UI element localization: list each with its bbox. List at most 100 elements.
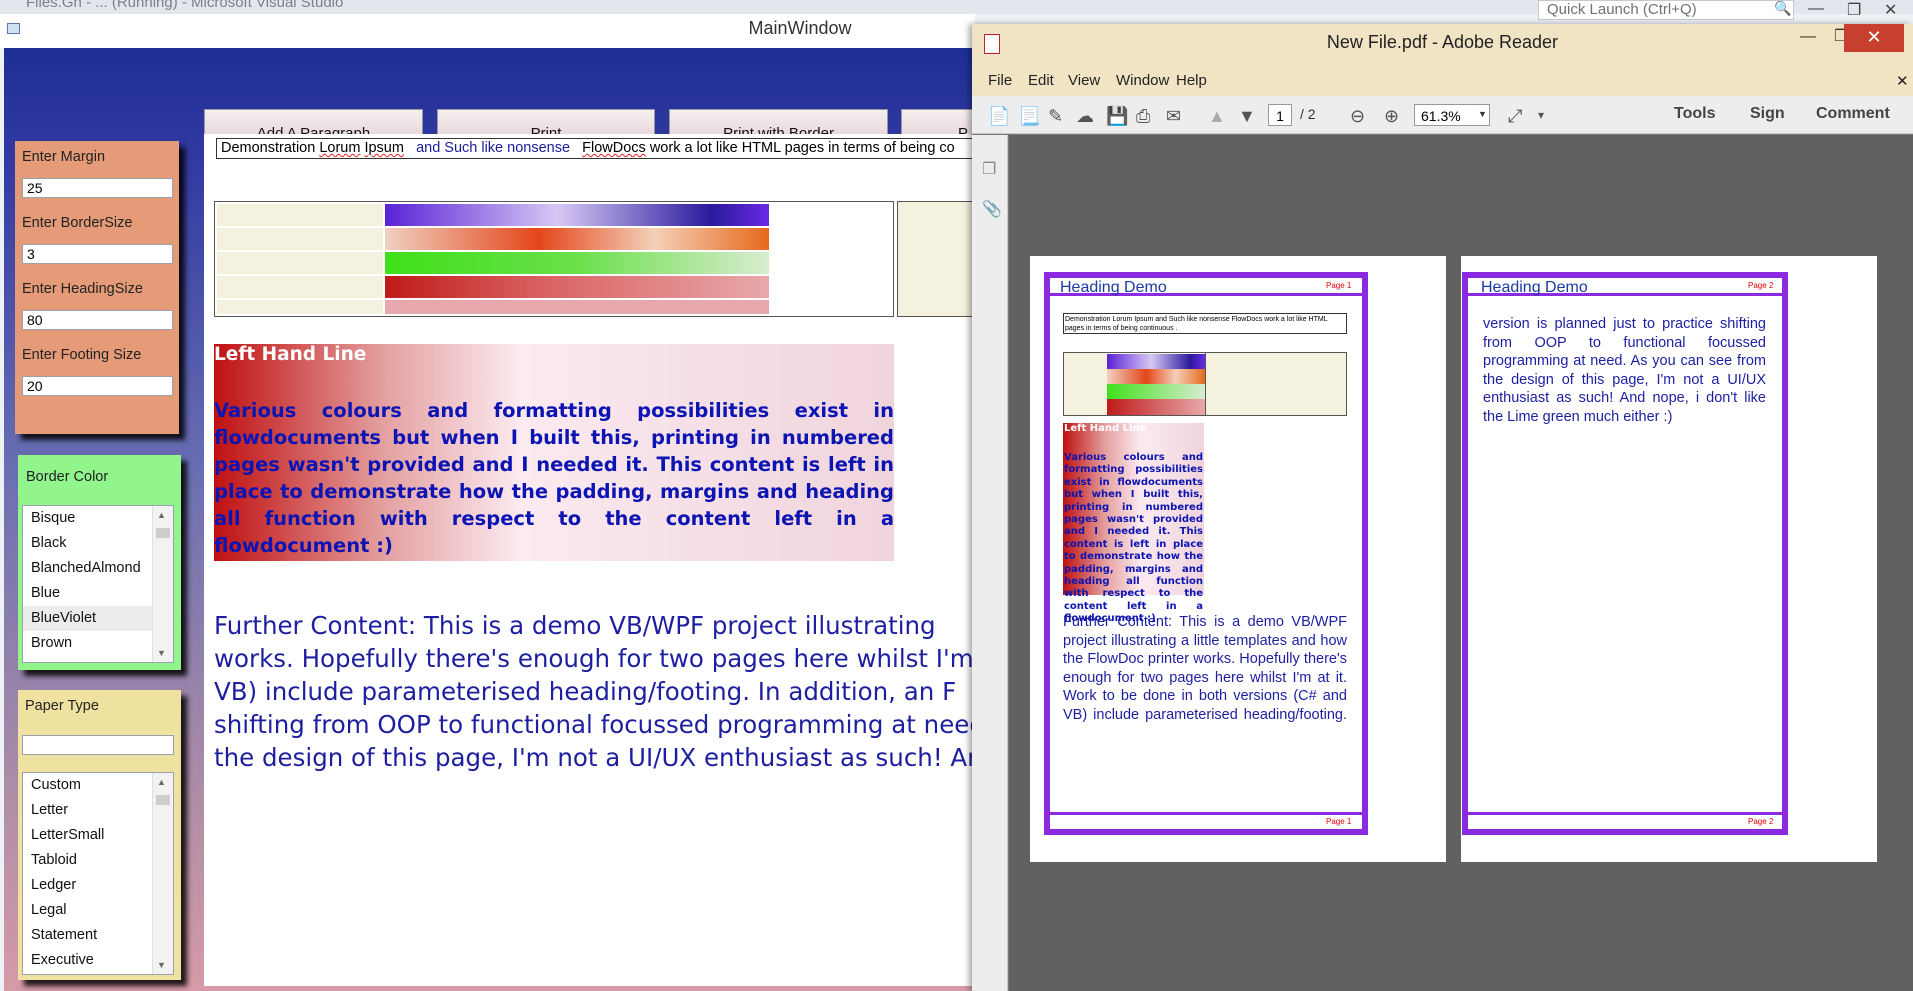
comment-pane-button[interactable]: Comment [1816, 105, 1890, 123]
flowdocument-viewer[interactable]: Demonstration Lorum Ipsum and Such like … [204, 134, 975, 986]
scroll-down-icon[interactable]: ▼ [157, 960, 166, 970]
gradient-bar-orange [385, 228, 769, 250]
headingsize-input[interactable]: 80 [22, 310, 173, 330]
table-divider [1205, 353, 1206, 415]
list-item[interactable]: Custom [23, 773, 173, 798]
gradient-bar-red [385, 276, 769, 298]
paper-type-panel: Paper Type Custom Letter LetterSmall Tab… [18, 690, 181, 980]
list-item[interactable]: Executive [23, 948, 173, 973]
list-item[interactable]: Letter [23, 798, 173, 823]
close-document-icon[interactable]: ✕ [1896, 72, 1909, 90]
menu-view[interactable]: View [1068, 72, 1100, 89]
quick-launch-input[interactable]: Quick Launch (Ctrl+Q) [1538, 0, 1794, 20]
reader-title: New File.pdf - Adobe Reader [1326, 32, 1559, 52]
footing-divider [1468, 812, 1782, 815]
zoom-in-icon[interactable]: ⊕ [1384, 106, 1399, 127]
restore-button[interactable]: ❐ [1847, 0, 1861, 20]
page-label: Page 1 [1326, 281, 1352, 290]
list-item[interactable]: Blue [23, 581, 173, 606]
adobe-reader-window: New File.pdf - Adobe Reader — ❐ ✕ File E… [972, 24, 1913, 991]
sign-pane-button[interactable]: Sign [1750, 105, 1785, 123]
navigation-pane: ❐ 📎 [972, 135, 1008, 991]
list-item-selected[interactable]: BlueViolet [23, 606, 173, 631]
scroll-thumb[interactable] [156, 528, 170, 538]
page-footer-label: Page 1 [1326, 817, 1352, 826]
further-line: Further Content: This is a demo VB/WPF p… [214, 611, 936, 640]
paper-type-input[interactable] [22, 735, 174, 755]
next-page-icon[interactable]: ▼ [1238, 106, 1256, 127]
scrollbar[interactable]: ▲ ▼ [152, 773, 173, 974]
table-cell [217, 300, 383, 314]
mini-bar [1107, 399, 1205, 415]
bordersize-input[interactable]: 3 [22, 244, 173, 264]
main-window-client: Add A Paragraph Print Print with Border … [4, 48, 991, 991]
reader-titlebar[interactable]: New File.pdf - Adobe Reader — ❐ ✕ [972, 24, 1913, 66]
edit-icon[interactable]: ✎ [1048, 106, 1063, 127]
table-cell [217, 276, 383, 298]
list-item[interactable]: LetterSmall [23, 823, 173, 848]
menu-edit[interactable]: Edit [1028, 72, 1054, 89]
list-item[interactable]: Bisque [23, 506, 173, 531]
list-item[interactable]: Black [23, 531, 173, 556]
list-item[interactable]: Statement [23, 923, 173, 948]
footing-divider [1050, 812, 1362, 815]
minimize-button[interactable]: — [1808, 0, 1824, 18]
page-lhl-text: Various colours and formatting possibili… [1064, 452, 1203, 625]
create-pdf-icon[interactable]: 📃 [1018, 106, 1040, 127]
scroll-thumb[interactable] [156, 795, 170, 805]
tools-pane-button[interactable]: Tools [1674, 105, 1715, 123]
previous-page-icon[interactable]: ▲ [1208, 106, 1226, 127]
zoom-out-icon[interactable]: ⊖ [1350, 106, 1365, 127]
footingsize-input[interactable]: 20 [22, 376, 173, 396]
list-item[interactable]: Legal [23, 898, 173, 923]
pages-icon[interactable]: ❐ [982, 159, 996, 179]
paper-type-list[interactable]: Custom Letter LetterSmall Tabloid Ledger… [22, 772, 174, 975]
page-further-content: Further Content: This is a demo VB/WPF p… [1063, 614, 1347, 723]
border-color-list[interactable]: Bisque Black BlanchedAlmond Blue BlueVio… [22, 505, 174, 663]
table-cell [217, 204, 383, 226]
left-hand-line-text: Various colours and formatting possibili… [214, 399, 894, 557]
page-lhl-title: Left Hand Line [1064, 423, 1147, 434]
topline-text: Ipsum [364, 140, 404, 156]
border-color-label: Border Color [26, 469, 109, 485]
email-icon[interactable]: ✉ [1166, 106, 1181, 127]
scroll-up-icon[interactable]: ▲ [157, 777, 166, 787]
list-item[interactable]: Brown [23, 631, 173, 656]
left-hand-line-title: Left Hand Line [214, 344, 367, 365]
print-icon[interactable]: ⎙ [1136, 106, 1150, 127]
scrollbar[interactable]: ▲ ▼ [152, 506, 173, 662]
save-icon[interactable]: 💾 [1106, 106, 1128, 127]
list-item[interactable]: BlanchedAlmond [23, 556, 173, 581]
mini-bar [1107, 354, 1205, 369]
upload-icon[interactable]: ☁ [1076, 106, 1094, 127]
attachments-icon[interactable]: 📎 [982, 199, 1002, 219]
paper-type-label: Paper Type [25, 698, 99, 714]
page-heading: Heading Demo [1060, 279, 1167, 296]
page-left-hand-line-block: Left Hand Line Various colours and forma… [1063, 423, 1204, 624]
fit-page-icon[interactable]: ⤢ [1508, 106, 1522, 127]
menu-help[interactable]: Help [1176, 72, 1207, 89]
reader-close-button[interactable]: ✕ [1844, 24, 1904, 52]
table-cell [217, 228, 383, 250]
close-button[interactable]: ✕ [1884, 0, 1897, 20]
reader-minimize-button[interactable]: — [1800, 28, 1816, 46]
mini-bar [1107, 384, 1205, 399]
create-icon[interactable]: 📄 [988, 106, 1010, 127]
list-item[interactable]: Tabloid [23, 848, 173, 873]
page-count: / 2 [1300, 106, 1316, 122]
table-cell [217, 252, 383, 274]
toolbar-options-icon[interactable]: ▾ [1538, 108, 1544, 122]
document-view[interactable]: Heading Demo Page 1 Page 1 Demonstration… [1009, 135, 1913, 991]
menu-file[interactable]: File [988, 72, 1012, 89]
topline-text: Lorum [319, 140, 361, 156]
page-label: Page 2 [1748, 281, 1774, 290]
scroll-down-icon[interactable]: ▼ [157, 648, 166, 658]
menu-window[interactable]: Window [1116, 72, 1169, 89]
margin-input[interactable]: 25 [22, 178, 173, 198]
list-item[interactable]: Ledger [23, 873, 173, 898]
chevron-down-icon[interactable]: ▼ [1478, 109, 1487, 119]
search-icon[interactable]: 🔍 [1774, 0, 1791, 17]
page-number-input[interactable]: 1 [1268, 104, 1292, 126]
scroll-up-icon[interactable]: ▲ [157, 510, 166, 520]
further-content: Further Content: This is a demo VB/WPF p… [214, 609, 975, 774]
